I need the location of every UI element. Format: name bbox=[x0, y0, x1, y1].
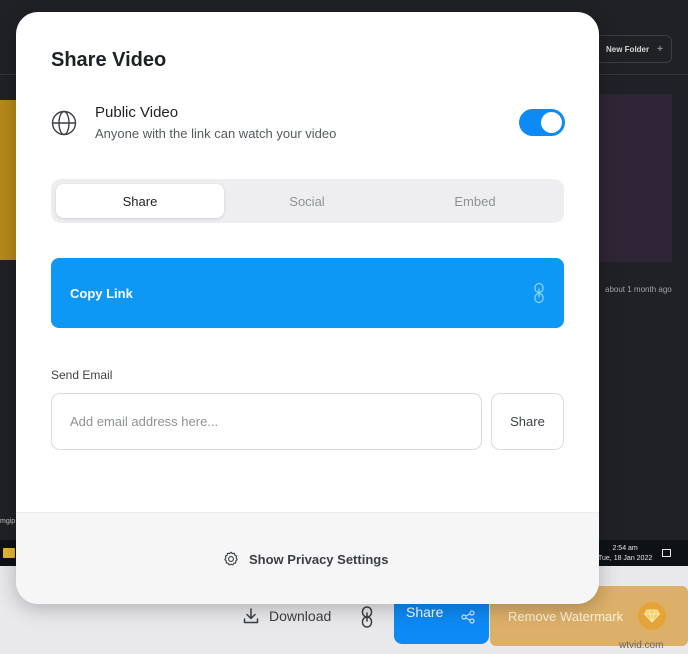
copy-link-button[interactable]: Copy Link bbox=[51, 258, 564, 328]
share-icon bbox=[461, 610, 475, 624]
item-timestamp: about 1 month ago bbox=[605, 285, 672, 294]
public-video-title: Public Video bbox=[95, 104, 179, 121]
copy-link-toolbar-button[interactable] bbox=[358, 605, 376, 629]
tab-social[interactable]: Social bbox=[223, 184, 391, 218]
modal-title: Share Video bbox=[51, 49, 167, 71]
privacy-settings-label: Show Privacy Settings bbox=[249, 551, 389, 567]
file-label: mgip bbox=[0, 518, 16, 525]
download-label: Download bbox=[269, 608, 332, 624]
remove-watermark-label: Remove Watermark bbox=[508, 608, 624, 624]
video-thumbnail[interactable] bbox=[0, 100, 16, 260]
download-icon bbox=[243, 608, 259, 624]
video-thumbnail[interactable] bbox=[599, 94, 672, 262]
link-icon bbox=[361, 606, 373, 628]
globe-icon bbox=[51, 110, 77, 136]
plus-icon: + bbox=[657, 43, 663, 55]
download-button[interactable]: Download bbox=[243, 604, 331, 628]
system-clock: 2:54 am Tue, 18 Jan 2022 bbox=[598, 544, 652, 564]
tab-share[interactable]: Share bbox=[56, 184, 224, 218]
clock-date: Tue, 18 Jan 2022 bbox=[598, 555, 653, 562]
copy-link-label: Copy Link bbox=[70, 285, 133, 301]
email-input[interactable] bbox=[51, 393, 482, 450]
notification-icon[interactable] bbox=[662, 549, 671, 557]
site-watermark: wtvid.com bbox=[619, 640, 664, 651]
tab-embed[interactable]: Embed bbox=[391, 184, 559, 218]
diamond-icon bbox=[638, 602, 666, 630]
show-privacy-settings-button[interactable]: Show Privacy Settings bbox=[223, 551, 388, 567]
toggle-knob bbox=[541, 112, 562, 133]
public-video-description: Anyone with the link can watch your vide… bbox=[95, 126, 337, 141]
share-tabs: Share Social Embed bbox=[51, 179, 564, 223]
link-icon bbox=[534, 282, 544, 304]
clock-time: 2:54 am bbox=[612, 545, 638, 552]
new-folder-button[interactable]: New Folder + bbox=[596, 35, 672, 63]
share-label: Share bbox=[406, 604, 444, 620]
new-folder-label: New Folder bbox=[606, 44, 650, 54]
folder-icon[interactable] bbox=[3, 548, 15, 558]
share-video-modal: Share Video Public Video Anyone with the… bbox=[16, 12, 599, 604]
modal-footer: Show Privacy Settings bbox=[16, 512, 599, 604]
public-video-toggle[interactable] bbox=[519, 109, 565, 136]
send-email-share-button[interactable]: Share bbox=[491, 393, 564, 450]
gear-icon bbox=[224, 551, 238, 566]
send-email-label: Send Email bbox=[51, 368, 113, 382]
